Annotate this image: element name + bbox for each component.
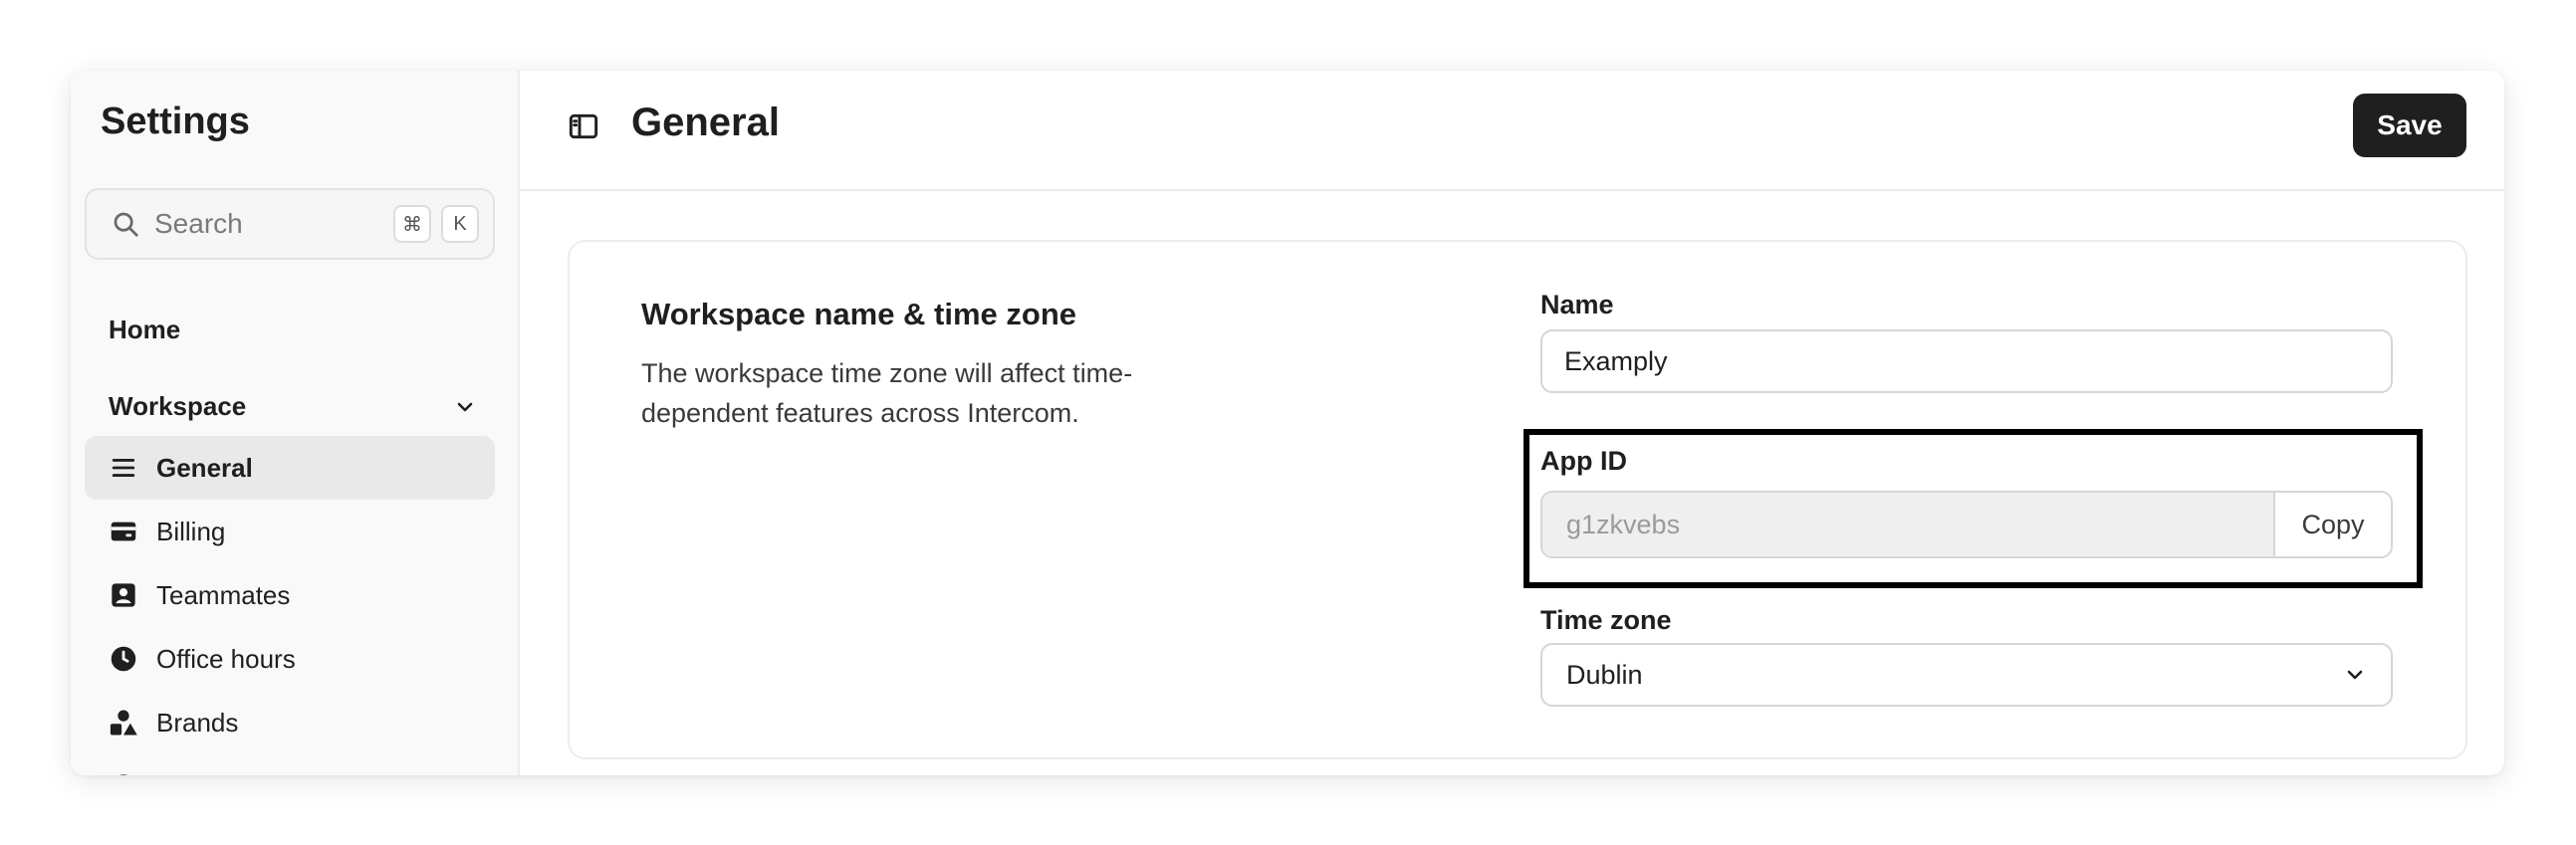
shortcut-command-key: ⌘ [393,205,431,243]
sidebar-section-workspace[interactable]: Workspace [109,391,477,422]
sidebar-item-label: Billing [156,516,226,546]
app-id-field[interactable] [1542,493,2273,556]
app-id-label: App ID [1540,446,1627,476]
sidebar-item-general[interactable]: General [85,436,495,500]
copy-button[interactable]: Copy [2273,493,2391,556]
list-icon [109,453,138,483]
timezone-selected-value: Dublin [1566,659,1643,690]
save-button[interactable]: Save [2353,94,2466,157]
contact-card-icon [109,580,138,610]
partial-icon [109,771,138,775]
main-content: General Save Workspace name & time zone … [520,71,2504,775]
name-label: Name [1540,290,1614,319]
page-title: General [631,101,780,144]
credit-card-icon [109,517,138,546]
sidebar-item-partial [85,754,495,775]
search-placeholder: Search [154,208,243,239]
sidebar-item-billing[interactable]: Billing [85,500,495,563]
shapes-icon [109,708,138,738]
sidebar-item-label: Teammates [156,579,291,610]
clock-icon [109,644,138,674]
sidebar-item-brands[interactable]: Brands [85,691,495,754]
section-description: The workspace time zone will affect time… [641,358,1133,428]
sidebar-title: Settings [101,101,250,142]
sidebar-section-label: Workspace [109,391,247,421]
sidebar-item-home[interactable]: Home [109,315,180,345]
chevron-down-icon [2347,670,2363,680]
timezone-select[interactable]: Dublin [1540,643,2393,707]
workspace-settings-card: Workspace name & time zone The workspace… [568,240,2467,759]
shortcut-k-key: K [441,205,479,243]
sidebar-item-office-hours[interactable]: Office hours [85,627,495,691]
sidebar-item-teammates[interactable]: Teammates [85,563,495,627]
sidebar: Settings Search ⌘ K Home Workspace Gener… [71,71,520,775]
name-field[interactable] [1540,329,2393,393]
sidebar-item-label: Office hours [156,643,296,674]
sidebar-item-label: General [156,452,253,483]
search-input[interactable]: Search ⌘ K [85,188,495,260]
section-title: Workspace name & time zone [641,297,1077,331]
app-id-field-group: Copy [1540,491,2393,558]
page-header: General Save [520,71,2504,191]
sidebar-toggle-icon[interactable] [568,110,599,142]
chevron-down-icon [457,402,473,411]
sidebar-item-label: Brands [156,707,239,738]
search-icon [114,212,138,237]
timezone-label: Time zone [1540,605,1672,635]
settings-window: Settings Search ⌘ K Home Workspace Gener… [71,71,2504,775]
